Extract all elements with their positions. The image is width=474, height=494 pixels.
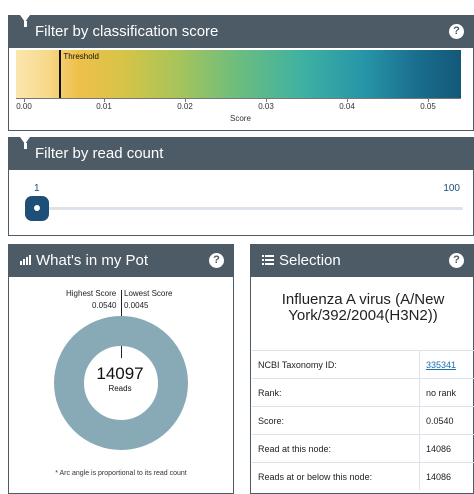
score-axis-label: Score — [230, 114, 251, 123]
ncbi-taxonomy-link[interactable]: 335341 — [426, 360, 456, 370]
read-count-title: Filter by read count — [35, 145, 164, 162]
detail-row: Rank: no rank — [252, 378, 474, 406]
read-count-slider-handle[interactable] — [25, 196, 49, 221]
threshold-label: Threshold — [63, 52, 99, 61]
pot-header: What's in my Pot — [9, 245, 233, 277]
score-tick-label: 0.02 — [177, 102, 193, 111]
detail-value: no rank — [426, 388, 457, 398]
detail-value: 0.0540 — [426, 416, 454, 426]
detail-value: 14086 — [426, 472, 452, 482]
selection-header: Selection — [251, 245, 473, 277]
threshold-handle[interactable] — [59, 50, 62, 98]
read-count-slider-track[interactable] — [36, 207, 463, 210]
arc-angle-note: * Arc angle is proportional to its read … — [55, 470, 187, 477]
reads-label: Reads — [108, 384, 132, 393]
funnel-icon — [20, 137, 30, 170]
detail-row: Read at this node: 14086 — [252, 434, 474, 462]
highest-score-label: Highest Score — [66, 289, 117, 298]
detail-key: Score: — [258, 416, 285, 426]
score-tick-label: 0.01 — [96, 102, 112, 111]
detail-key: Reads at or below this node: — [258, 472, 373, 482]
detail-row: Reads at or below this node: 14086 — [252, 462, 474, 490]
score-tick-label: 0.00 — [16, 102, 32, 111]
read-count-min-label: 1 — [34, 183, 40, 194]
read-count-max-label: 100 — [443, 183, 460, 194]
highest-score-value: 0.0540 — [92, 301, 117, 310]
selection-title: Selection — [279, 252, 341, 269]
funnel-icon — [20, 15, 30, 48]
read-count-header: Filter by read count — [9, 137, 473, 170]
score-filter-title: Filter by classification score — [35, 23, 219, 40]
detail-key: Read at this node: — [258, 444, 332, 454]
score-filter-header: Filter by classification score — [9, 15, 473, 48]
score-tick-label: 0.05 — [420, 102, 436, 111]
detail-key: Rank: — [258, 388, 282, 398]
bar-chart-icon — [20, 245, 31, 277]
reads-count: 14097 — [96, 364, 144, 383]
detail-value: 14086 — [426, 444, 452, 454]
selection-help-icon[interactable]: ? — [449, 253, 464, 268]
list-icon — [262, 245, 274, 277]
lowest-score-value: 0.0045 — [124, 301, 149, 310]
pot-title: What's in my Pot — [36, 252, 149, 269]
organism-name: Influenza A virus (A/New York/392/2004(H… — [281, 291, 445, 324]
read-count-panel: Filter by read count — [8, 137, 474, 236]
score-axis — [16, 98, 461, 99]
pot-center-label: 14097 Reads — [64, 364, 176, 393]
detail-key: NCBI Taxonomy ID: — [258, 360, 337, 370]
score-tick-label: 0.03 — [258, 102, 274, 111]
detail-row: NCBI Taxonomy ID: 335341 — [252, 350, 474, 378]
score-tick-label: 0.04 — [339, 102, 355, 111]
lowest-score-label: Lowest Score — [124, 289, 173, 298]
score-help-icon[interactable]: ? — [449, 24, 464, 39]
detail-row: Score: 0.0540 — [252, 406, 474, 434]
pot-help-icon[interactable]: ? — [209, 253, 224, 268]
